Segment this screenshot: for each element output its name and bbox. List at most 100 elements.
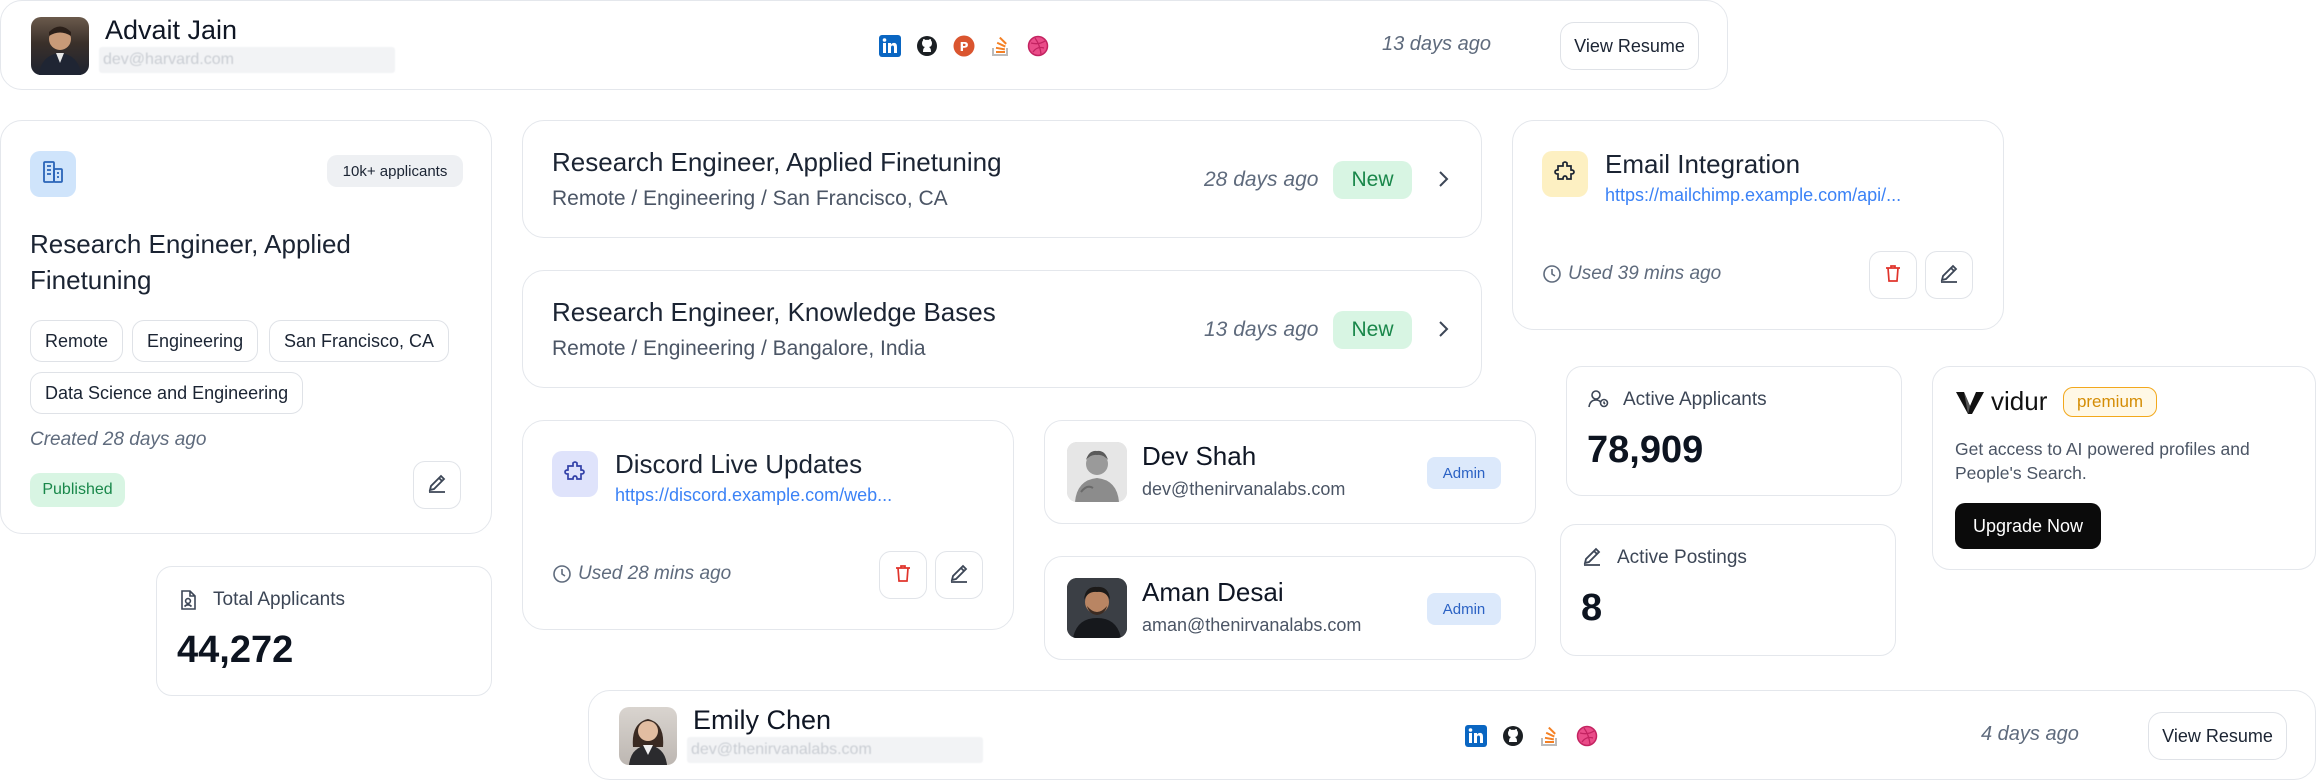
job-row-title: Research Engineer, Knowledge Bases <box>552 297 996 327</box>
member-name: Dev Shah <box>1142 441 1257 471</box>
integration-url[interactable]: https://discord.example.com/web... <box>615 485 892 506</box>
member-card: Aman Desai aman@thenirvanalabs.com Admin <box>1044 556 1536 660</box>
avatar <box>31 17 89 75</box>
social-links: P <box>879 35 1049 59</box>
integration-title: Email Integration <box>1605 149 1801 179</box>
member-card: Dev Shah dev@thenirvanalabs.com Admin <box>1044 420 1536 524</box>
active-applicants-value: 78,909 <box>1587 429 1704 471</box>
dribbble-icon[interactable] <box>1576 725 1598 752</box>
edit-button[interactable] <box>935 551 983 599</box>
avatar <box>1067 578 1127 638</box>
avatar <box>1067 442 1127 502</box>
stackoverflow-icon[interactable] <box>990 35 1012 62</box>
job-row[interactable]: Research Engineer, Knowledge Bases Remot… <box>522 270 1482 388</box>
stackoverflow-icon[interactable] <box>1539 725 1561 752</box>
linkedin-icon[interactable] <box>879 35 901 62</box>
applicants-badge: 10k+ applicants <box>327 155 463 187</box>
avatar <box>619 707 677 765</box>
edit-button[interactable] <box>413 461 461 509</box>
edit-button[interactable] <box>1925 251 1973 299</box>
profile-card-bottom: Emily Chen dev@thenirvanalabs.com 4 days… <box>588 690 2316 780</box>
job-row-time: 28 days ago <box>1204 168 1319 191</box>
job-created: Created 28 days ago <box>30 429 207 450</box>
premium-badge: premium <box>2063 387 2157 417</box>
active-postings-value: 8 <box>1581 587 1603 629</box>
chevron-right-icon[interactable] <box>1431 317 1455 346</box>
premium-text-line1: Get access to AI powered profiles and <box>1955 439 2250 459</box>
social-links <box>1465 725 1605 749</box>
pencil-icon <box>1938 262 1960 289</box>
job-row[interactable]: Research Engineer, Applied Finetuning Re… <box>522 120 1482 238</box>
active-postings-card: Active Postings 8 <box>1560 524 1896 656</box>
member-email: dev@thenirvanalabs.com <box>1142 479 1346 499</box>
job-detail-card[interactable]: 10k+ applicants Research Engineer, Appli… <box>0 120 492 534</box>
job-row-title: Research Engineer, Applied Finetuning <box>552 147 1002 177</box>
pencil-icon <box>1581 545 1603 572</box>
active-applicants-card: Active Applicants 78,909 <box>1566 366 1902 496</box>
total-applicants-label: Total Applicants <box>213 589 346 610</box>
active-postings-label: Active Postings <box>1617 547 1747 568</box>
integration-url[interactable]: https://mailchimp.example.com/api/... <box>1605 185 1901 206</box>
integration-icon-tile <box>552 451 598 497</box>
vidur-logo-icon <box>1955 389 1985 420</box>
integration-title: Discord Live Updates <box>615 449 863 479</box>
delete-button[interactable] <box>1869 251 1917 299</box>
tag-remote: Remote <box>30 320 124 362</box>
total-applicants-card: Total Applicants 44,272 <box>156 566 492 696</box>
new-badge: New <box>1333 161 1412 199</box>
discord-integration-card: Discord Live Updates https://discord.exa… <box>522 420 1014 630</box>
total-applicants-value: 44,272 <box>177 629 294 671</box>
profile-name: Emily Chen <box>693 705 832 735</box>
role-badge: Admin <box>1427 593 1501 625</box>
tag-engineering: Engineering <box>132 320 259 362</box>
job-title-line2: Finetuning <box>30 265 152 295</box>
integration-used: Used 39 mins ago <box>1568 263 1722 284</box>
tag-department: Data Science and Engineering <box>30 372 304 414</box>
brand-name: vidur <box>1991 386 2048 416</box>
puzzle-icon <box>1553 160 1577 189</box>
chevron-right-icon[interactable] <box>1431 167 1455 196</box>
users-icon <box>1587 387 1611 416</box>
view-resume-button[interactable]: View Resume <box>1560 22 1699 70</box>
delete-button[interactable] <box>879 551 927 599</box>
github-icon[interactable] <box>916 35 938 62</box>
svg-text:P: P <box>960 40 969 54</box>
file-user-icon <box>177 589 199 616</box>
job-title-line1: Research Engineer, Applied <box>30 229 351 259</box>
producthunt-icon[interactable]: P <box>953 35 975 62</box>
job-row-location: Remote / Engineering / Bangalore, India <box>552 337 926 360</box>
profile-time: 4 days ago <box>1981 723 2079 745</box>
tag-location: San Francisco, CA <box>269 320 450 362</box>
job-row-time: 13 days ago <box>1204 318 1319 341</box>
profile-time: 13 days ago <box>1382 33 1491 55</box>
linkedin-icon[interactable] <box>1465 725 1487 752</box>
role-badge: Admin <box>1427 457 1501 489</box>
member-name: Aman Desai <box>1142 577 1284 607</box>
clock-icon <box>1542 264 1562 289</box>
github-icon[interactable] <box>1502 725 1524 752</box>
active-applicants-label: Active Applicants <box>1623 389 1767 410</box>
email-integration-card: Email Integration https://mailchimp.exam… <box>1512 120 2004 330</box>
clock-icon <box>552 564 572 589</box>
premium-text-line2: People's Search. <box>1955 463 2087 483</box>
dribbble-icon[interactable] <box>1027 35 1049 62</box>
pencil-icon <box>426 472 448 499</box>
integration-icon-tile <box>1542 151 1588 197</box>
profile-card-top: Advait Jain dev@harvard.com P 13 days ag… <box>0 0 1728 90</box>
upgrade-now-button[interactable]: Upgrade Now <box>1955 503 2101 549</box>
new-badge: New <box>1333 311 1412 349</box>
status-badge: Published <box>30 473 125 507</box>
company-icon-tile <box>30 151 76 197</box>
building-icon <box>40 159 66 190</box>
profile-email: dev@thenirvanalabs.com <box>687 737 983 763</box>
member-email: aman@thenirvanalabs.com <box>1142 615 1362 635</box>
premium-card: vidur premium Get access to AI powered p… <box>1932 366 2316 570</box>
view-resume-button[interactable]: View Resume <box>2148 712 2287 760</box>
puzzle-icon <box>563 460 587 489</box>
profile-name: Advait Jain <box>105 15 238 45</box>
pencil-icon <box>948 562 970 589</box>
trash-icon <box>893 563 913 588</box>
profile-email: dev@harvard.com <box>99 47 395 73</box>
trash-icon <box>1883 263 1903 288</box>
integration-used: Used 28 mins ago <box>578 563 732 584</box>
